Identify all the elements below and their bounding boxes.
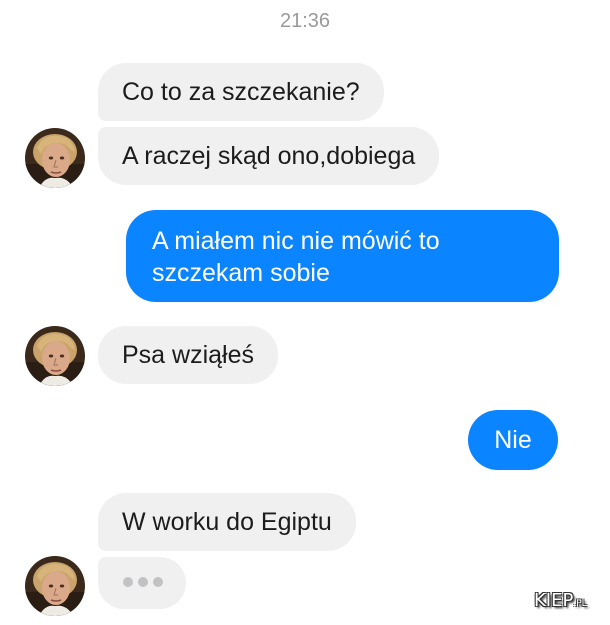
message-text: Psa wziąłeś: [122, 341, 254, 369]
incoming-message-bubble[interactable]: A raczej skąd ono,dobiega: [98, 127, 440, 185]
message-text: A raczej skąd ono,dobiega: [122, 142, 416, 170]
message-text: Nie: [494, 426, 532, 454]
contact-avatar[interactable]: [25, 128, 85, 188]
message-text: Co to za szczekanie?: [122, 78, 360, 106]
typing-indicator-bubble: [98, 557, 186, 609]
message-text-line: szczekam sobie: [152, 259, 330, 287]
watermark-logo: KIEP.PL: [534, 590, 587, 611]
typing-dots-icon: [138, 577, 148, 587]
message-text-line: A miałem nic nie mówić to: [152, 227, 440, 255]
typing-dots-icon: [153, 577, 163, 587]
outgoing-message-bubble[interactable]: A miałem nic nie mówić to szczekam sobie: [126, 210, 559, 302]
message-text: W worku do Egiptu: [122, 508, 332, 536]
message-timestamp: 21:36: [279, 10, 331, 32]
outgoing-message-bubble[interactable]: Nie: [468, 410, 558, 470]
contact-avatar[interactable]: [25, 556, 85, 616]
incoming-message-bubble[interactable]: Psa wziąłeś: [98, 326, 278, 384]
incoming-message-bubble[interactable]: Co to za szczekanie?: [98, 63, 384, 121]
incoming-message-bubble[interactable]: W worku do Egiptu: [98, 493, 356, 551]
typing-dots-icon: [123, 577, 133, 587]
contact-avatar[interactable]: [25, 326, 85, 386]
